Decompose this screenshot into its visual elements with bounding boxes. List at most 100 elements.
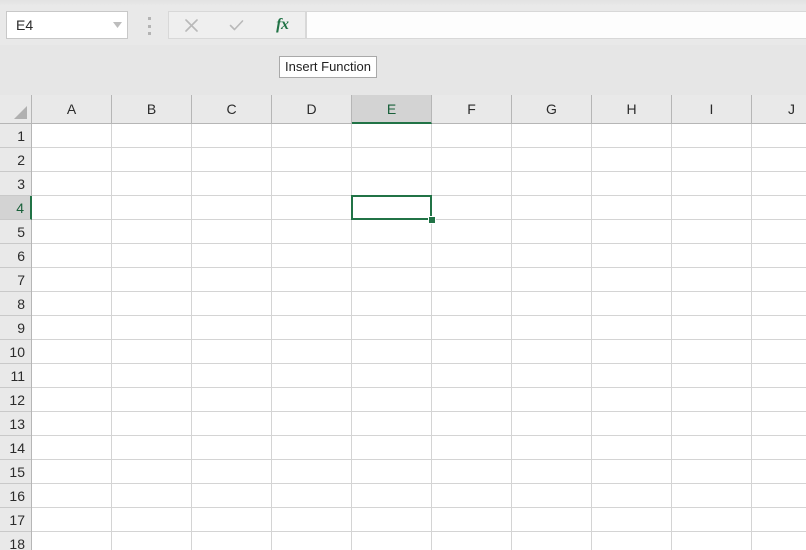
gridline-horizontal	[32, 411, 806, 412]
row-header-label: 14	[9, 439, 25, 456]
row-header-11[interactable]: 11	[0, 364, 31, 388]
gridline-vertical	[751, 124, 752, 550]
gridline-vertical	[111, 124, 112, 550]
row-header-13[interactable]: 13	[0, 412, 31, 436]
spreadsheet-window: E4 fx Insert Function A B C D E F G H I …	[0, 0, 806, 550]
worksheet-grid-area: ABCDEFGHIJ 1 2 3 4 5 6 7 8 9 10 11 12 13 14 15 16 17 18	[0, 95, 806, 550]
row-header-label: 2	[17, 151, 25, 168]
row-header-1[interactable]: 1	[0, 124, 31, 148]
column-header-label: F	[467, 101, 476, 117]
row-header-label: 3	[17, 175, 25, 192]
gridline-vertical	[191, 124, 192, 550]
row-header-label: 18	[9, 535, 25, 550]
gridline-horizontal	[32, 363, 806, 364]
row-header-10[interactable]: 10	[0, 340, 31, 364]
gridline-vertical	[271, 124, 272, 550]
column-header-label: D	[306, 101, 317, 117]
row-header-17[interactable]: 17	[0, 508, 31, 532]
row-header-9[interactable]: 9	[0, 316, 31, 340]
formula-input[interactable]	[306, 11, 806, 39]
column-header-label: I	[709, 101, 714, 117]
row-header-12[interactable]: 12	[0, 388, 31, 412]
row-header-label: 5	[17, 223, 25, 240]
row-header-label: 1	[17, 127, 25, 144]
gridline-horizontal	[32, 387, 806, 388]
column-header-g[interactable]: G	[512, 95, 592, 123]
row-header-2[interactable]: 2	[0, 148, 31, 172]
gridline-horizontal	[32, 243, 806, 244]
insert-function-tooltip: Insert Function	[279, 56, 377, 78]
column-header-a[interactable]: A	[32, 95, 112, 123]
insert-function-icon[interactable]: fx	[260, 12, 305, 38]
row-header-label: 13	[9, 415, 25, 432]
column-header-b[interactable]: B	[112, 95, 192, 123]
row-header-label: 8	[17, 295, 25, 312]
column-header-f[interactable]: F	[432, 95, 512, 123]
column-header-h[interactable]: H	[592, 95, 672, 123]
gridline-horizontal	[32, 459, 806, 460]
gridline-horizontal	[32, 507, 806, 508]
select-all-button[interactable]	[0, 95, 32, 124]
row-header-label: 15	[9, 463, 25, 480]
row-header-label: 10	[9, 343, 25, 360]
row-header-16[interactable]: 16	[0, 484, 31, 508]
column-header-label: E	[386, 100, 397, 117]
row-header-6[interactable]: 6	[0, 244, 31, 268]
column-header-label: G	[546, 101, 557, 117]
gridline-vertical	[591, 124, 592, 550]
cancel-x-icon[interactable]	[169, 12, 214, 38]
row-header-label: 11	[10, 367, 25, 384]
gridline-horizontal	[32, 435, 806, 436]
column-headers: A B C D E F G H I J	[32, 95, 806, 124]
gridline-horizontal	[32, 483, 806, 484]
row-header-label: 16	[9, 487, 25, 504]
enter-check-icon[interactable]	[214, 12, 259, 38]
row-header-5[interactable]: 5	[0, 220, 31, 244]
row-header-label: 12	[9, 391, 25, 408]
name-box[interactable]: E4	[6, 11, 128, 39]
gridline-horizontal	[32, 531, 806, 532]
row-header-14[interactable]: 14	[0, 436, 31, 460]
row-header-label: 9	[17, 319, 25, 336]
row-header-label: 4	[16, 199, 24, 216]
row-header-label: 17	[9, 511, 25, 528]
column-header-label: A	[66, 101, 77, 117]
gridline-horizontal	[32, 267, 806, 268]
insert-function-label: fx	[276, 16, 289, 33]
name-box-value: E4	[16, 17, 34, 33]
formula-action-group: fx	[168, 11, 306, 39]
row-header-18[interactable]: 18	[0, 532, 31, 550]
column-header-e[interactable]: E	[352, 95, 432, 124]
column-header-label: J	[788, 101, 795, 117]
gridline-horizontal	[32, 339, 806, 340]
gridline-vertical	[671, 124, 672, 550]
select-all-triangle-icon	[14, 106, 27, 119]
column-header-c[interactable]: C	[192, 95, 272, 123]
row-header-label: 7	[17, 271, 25, 288]
formula-bar: E4 fx	[0, 5, 806, 45]
gridline-horizontal	[32, 171, 806, 172]
gridline-horizontal	[32, 147, 806, 148]
row-header-4[interactable]: 4	[0, 196, 32, 220]
drag-grip-icon[interactable]	[146, 17, 152, 35]
gridline-horizontal	[32, 315, 806, 316]
row-header-8[interactable]: 8	[0, 292, 31, 316]
row-header-3[interactable]: 3	[0, 172, 31, 196]
column-header-j[interactable]: J	[752, 95, 806, 123]
gridline-horizontal	[32, 291, 806, 292]
gridline-vertical	[511, 124, 512, 550]
column-header-label: C	[226, 101, 237, 117]
cell-grid[interactable]	[32, 124, 806, 550]
column-header-d[interactable]: D	[272, 95, 352, 123]
row-header-7[interactable]: 7	[0, 268, 31, 292]
fill-handle[interactable]	[428, 216, 436, 224]
column-header-label: H	[626, 101, 637, 117]
row-header-15[interactable]: 15	[0, 460, 31, 484]
chevron-down-icon[interactable]	[107, 12, 127, 38]
column-header-i[interactable]: I	[672, 95, 752, 123]
gridline-vertical	[351, 124, 352, 550]
row-header-label: 6	[17, 247, 25, 264]
gridline-vertical	[431, 124, 432, 550]
selected-cell-e4[interactable]	[351, 195, 432, 220]
column-header-label: B	[146, 101, 157, 117]
